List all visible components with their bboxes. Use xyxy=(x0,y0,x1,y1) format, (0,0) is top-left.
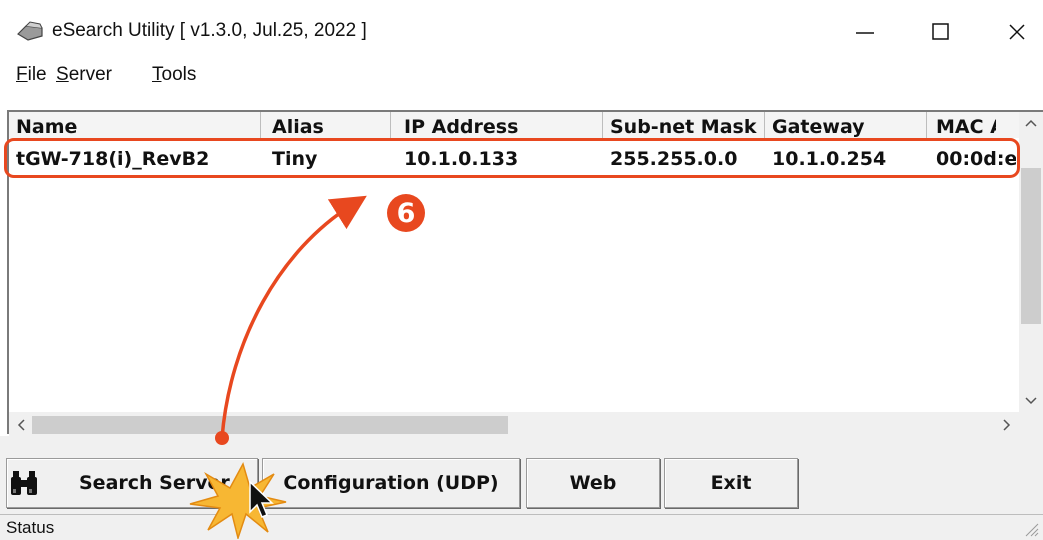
annotation-arrow xyxy=(215,195,367,445)
step-badge: 6 xyxy=(387,194,425,232)
mouse-cursor-icon xyxy=(249,480,274,518)
